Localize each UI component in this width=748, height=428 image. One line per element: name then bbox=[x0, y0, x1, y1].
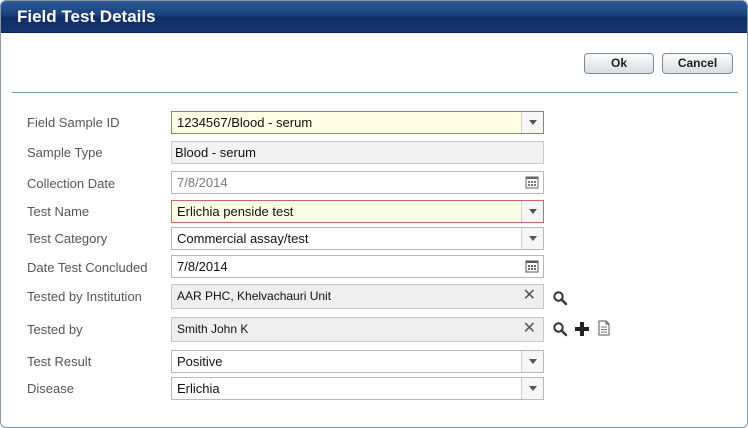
dialog-title: Field Test Details bbox=[17, 7, 156, 26]
test-result-select[interactable]: Positive bbox=[171, 350, 544, 373]
collection-date-value: 7/8/2014 bbox=[177, 175, 228, 190]
chevron-down-icon[interactable] bbox=[521, 112, 543, 133]
test-category-select[interactable]: Commercial assay/test bbox=[171, 227, 544, 250]
chevron-down-icon[interactable] bbox=[521, 378, 543, 399]
tested-by-label: Tested by bbox=[27, 322, 83, 337]
chevron-down-icon[interactable] bbox=[521, 201, 543, 222]
add-icon[interactable] bbox=[574, 321, 590, 337]
test-category-label: Test Category bbox=[27, 231, 108, 246]
date-test-concluded-field[interactable]: 7/8/2014 bbox=[171, 255, 544, 278]
disease-label: Disease bbox=[27, 381, 74, 396]
dialog-titlebar: Field Test Details bbox=[1, 1, 747, 33]
chevron-down-icon[interactable] bbox=[521, 228, 543, 249]
tested-by-institution-field[interactable]: AAR PHC, Khelvachauri Unit ✕ bbox=[171, 284, 544, 309]
tested-by-institution-value: AAR PHC, Khelvachauri Unit bbox=[177, 289, 332, 303]
sample-type-value: Blood - serum bbox=[175, 145, 256, 160]
test-result-label: Test Result bbox=[27, 354, 92, 369]
field-sample-id-label: Field Sample ID bbox=[27, 115, 120, 130]
clear-icon[interactable]: ✕ bbox=[523, 319, 536, 338]
sample-type-label: Sample Type bbox=[27, 145, 103, 160]
test-category-value: Commercial assay/test bbox=[177, 231, 309, 246]
search-icon[interactable] bbox=[552, 321, 568, 337]
field-test-details-dialog: Field Test Details Ok Cancel Field Sampl… bbox=[0, 0, 748, 428]
search-icon[interactable] bbox=[552, 290, 568, 306]
collection-date-label: Collection Date bbox=[27, 176, 116, 191]
date-test-concluded-value: 7/8/2014 bbox=[177, 259, 228, 274]
tested-by-institution-label: Tested by Institution bbox=[27, 289, 142, 304]
calendar-icon[interactable] bbox=[521, 256, 543, 277]
field-sample-id-value: 1234567/Blood - serum bbox=[177, 115, 313, 130]
tested-by-field[interactable]: Smith John K ✕ bbox=[171, 317, 544, 342]
test-result-value: Positive bbox=[177, 354, 223, 369]
test-name-label: Test Name bbox=[27, 204, 90, 219]
sample-type-field: Blood - serum bbox=[171, 141, 544, 164]
test-name-value: Erlichia penside test bbox=[177, 204, 294, 219]
collection-date-field[interactable]: 7/8/2014 bbox=[171, 171, 544, 194]
field-sample-id-select[interactable]: 1234567/Blood - serum bbox=[171, 111, 544, 134]
ok-button[interactable]: Ok bbox=[584, 53, 654, 74]
cancel-button[interactable]: Cancel bbox=[662, 53, 733, 74]
date-test-concluded-label: Date Test Concluded bbox=[27, 260, 148, 275]
disease-select[interactable]: Erlichia bbox=[171, 377, 544, 400]
clear-icon[interactable]: ✕ bbox=[523, 286, 536, 305]
disease-value: Erlichia bbox=[177, 381, 220, 396]
chevron-down-icon[interactable] bbox=[521, 351, 543, 372]
tested-by-value: Smith John K bbox=[177, 322, 249, 336]
document-icon[interactable] bbox=[596, 320, 612, 336]
calendar-icon[interactable] bbox=[521, 172, 543, 193]
header-divider bbox=[12, 92, 738, 93]
test-name-select[interactable]: Erlichia penside test bbox=[171, 200, 544, 223]
